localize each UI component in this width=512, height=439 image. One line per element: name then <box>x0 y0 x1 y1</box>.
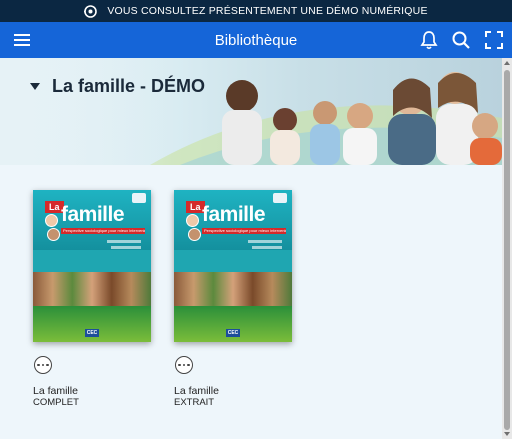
cover-title-text: famille <box>202 203 266 226</box>
book-card[interactable]: La famille Perspective sociologique pour… <box>33 190 151 408</box>
book-edition: EXTRAIT <box>174 397 215 408</box>
publisher-badge <box>132 193 146 203</box>
collection-toggle[interactable]: La famille - DÉMO <box>30 76 205 97</box>
cover-tagline: Perspective sociologique pour mieux inte… <box>61 228 145 234</box>
more-options-icon[interactable] <box>175 356 193 374</box>
book-card[interactable]: La famille Perspective sociologique pour… <box>174 190 292 408</box>
cover-tagline: Perspective sociologique pour mieux inte… <box>202 228 286 234</box>
publisher-badge <box>273 193 287 203</box>
collection-title: La famille - DÉMO <box>52 76 206 96</box>
scroll-down-arrow-icon[interactable] <box>504 432 510 436</box>
app-header: Bibliothèque <box>0 22 512 58</box>
collapse-triangle-icon <box>30 83 40 90</box>
demo-notice-bar: VOUS CONSULTEZ PRÉSENTEMENT UNE DÉMO NUM… <box>0 0 512 22</box>
collection-banner: La famille - DÉMO <box>0 58 502 165</box>
cover-publisher-logo: CEC <box>85 329 99 337</box>
book-title: La famille <box>33 385 78 397</box>
scrollbar-thumb[interactable] <box>504 70 510 430</box>
book-grid: La famille Perspective sociologique pour… <box>0 165 502 439</box>
more-options-icon[interactable] <box>34 356 52 374</box>
book-cover[interactable]: La famille Perspective sociologique pour… <box>174 190 292 342</box>
vertical-scrollbar[interactable] <box>502 58 512 439</box>
search-icon[interactable] <box>450 29 472 51</box>
fullscreen-icon[interactable] <box>483 29 505 51</box>
book-title: La famille <box>174 385 219 397</box>
family-photo <box>0 58 502 165</box>
cover-title-text: famille <box>61 203 125 226</box>
eye-icon <box>84 4 98 18</box>
scroll-up-arrow-icon[interactable] <box>504 61 510 65</box>
bell-icon[interactable] <box>418 29 440 51</box>
book-edition: COMPLET <box>33 397 79 408</box>
book-cover[interactable]: La famille Perspective sociologique pour… <box>33 190 151 342</box>
demo-notice-text: VOUS CONSULTEZ PRÉSENTEMENT UNE DÉMO NUM… <box>107 5 428 17</box>
cover-publisher-logo: CEC <box>226 329 240 337</box>
